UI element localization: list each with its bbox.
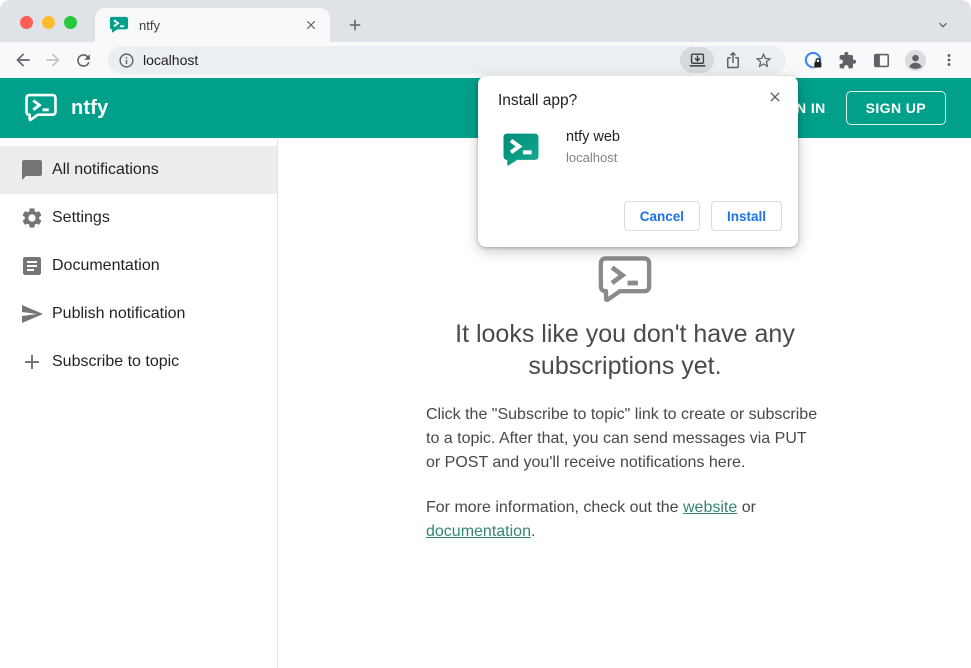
ntfy-logo-icon	[24, 93, 58, 123]
sidebar-item-all-notifications[interactable]: All notifications	[0, 146, 277, 194]
install-pwa-icon[interactable]	[680, 47, 714, 73]
kebab-menu-icon[interactable]	[936, 47, 962, 73]
bookmark-star-icon[interactable]	[750, 47, 776, 73]
chat-bubble-icon	[20, 158, 44, 182]
back-button[interactable]	[8, 45, 38, 75]
sidebar-item-publish-notification[interactable]: Publish notification	[0, 290, 277, 338]
install-app-dialog: Install app? ntfy web localhost Cancel I…	[478, 76, 798, 247]
sidebar-item-label: Settings	[52, 209, 110, 226]
profile-avatar[interactable]	[902, 47, 928, 73]
documentation-link[interactable]: documentation	[426, 523, 531, 540]
tab-title: ntfy	[139, 17, 160, 33]
address-bar[interactable]: localhost	[108, 46, 786, 74]
install-button[interactable]: Install	[710, 201, 782, 231]
sidebar-item-settings[interactable]: Settings	[0, 194, 277, 242]
page-info-icon[interactable]	[118, 52, 135, 69]
browser-toolbar: localhost	[0, 42, 971, 78]
browser-tab-ntfy[interactable]: ntfy	[95, 8, 330, 42]
cancel-button[interactable]: Cancel	[623, 201, 700, 231]
dialog-title: Install app?	[498, 92, 578, 109]
ntfy-empty-state-icon	[597, 255, 653, 305]
browser-window: ntfy localhost ntfy SIGN IN SIGN UP All …	[0, 0, 971, 668]
window-zoom-button[interactable]	[64, 16, 77, 29]
toolbar-extensions-area	[800, 47, 962, 73]
sign-up-button[interactable]: SIGN UP	[845, 91, 946, 125]
appbar-title: ntfy	[71, 96, 109, 119]
window-close-button[interactable]	[20, 16, 33, 29]
ntfy-app-icon	[501, 128, 541, 168]
article-icon	[20, 254, 44, 278]
empty-state-paragraph: Click the "Subscribe to topic" link to c…	[426, 406, 818, 471]
send-icon	[20, 302, 44, 326]
dialog-app-origin: localhost	[566, 150, 618, 165]
forward-button[interactable]	[38, 45, 68, 75]
sidebar-item-label: Subscribe to topic	[52, 353, 180, 370]
sidebar-item-label: Documentation	[52, 257, 160, 274]
ntfy-favicon-icon	[109, 15, 129, 35]
dialog-app-name: ntfy web	[566, 129, 620, 145]
sidebar-item-documentation[interactable]: Documentation	[0, 242, 277, 290]
more-info-paragraph: For more information, check out the webs…	[426, 499, 756, 540]
share-icon[interactable]	[720, 47, 746, 73]
sidebar-nav: All notifications Settings Documentation…	[0, 138, 278, 668]
reload-button[interactable]	[68, 45, 98, 75]
extensions-puzzle-icon[interactable]	[834, 47, 860, 73]
gear-icon	[20, 206, 44, 230]
address-text[interactable]: localhost	[143, 52, 680, 68]
sidebar-item-label: Publish notification	[52, 305, 186, 322]
plus-icon	[20, 350, 44, 374]
dialog-actions: Cancel Install	[623, 201, 782, 231]
tab-search-chevron-icon[interactable]	[929, 11, 957, 39]
password-manager-icon[interactable]	[800, 47, 826, 73]
dialog-close-icon[interactable]	[764, 86, 786, 108]
website-link[interactable]: website	[683, 499, 737, 516]
tab-close-icon[interactable]	[302, 16, 320, 34]
side-panel-icon[interactable]	[868, 47, 894, 73]
tab-strip: ntfy	[0, 0, 971, 42]
empty-state-heading: It looks like you don't have any subscrip…	[455, 320, 795, 380]
window-minimize-button[interactable]	[42, 16, 55, 29]
sidebar-item-subscribe-to-topic[interactable]: Subscribe to topic	[0, 338, 277, 386]
sidebar-item-label: All notifications	[52, 161, 159, 178]
traffic-lights	[20, 16, 77, 29]
new-tab-button[interactable]	[341, 11, 369, 39]
dialog-app-row: ntfy web localhost	[498, 128, 778, 168]
